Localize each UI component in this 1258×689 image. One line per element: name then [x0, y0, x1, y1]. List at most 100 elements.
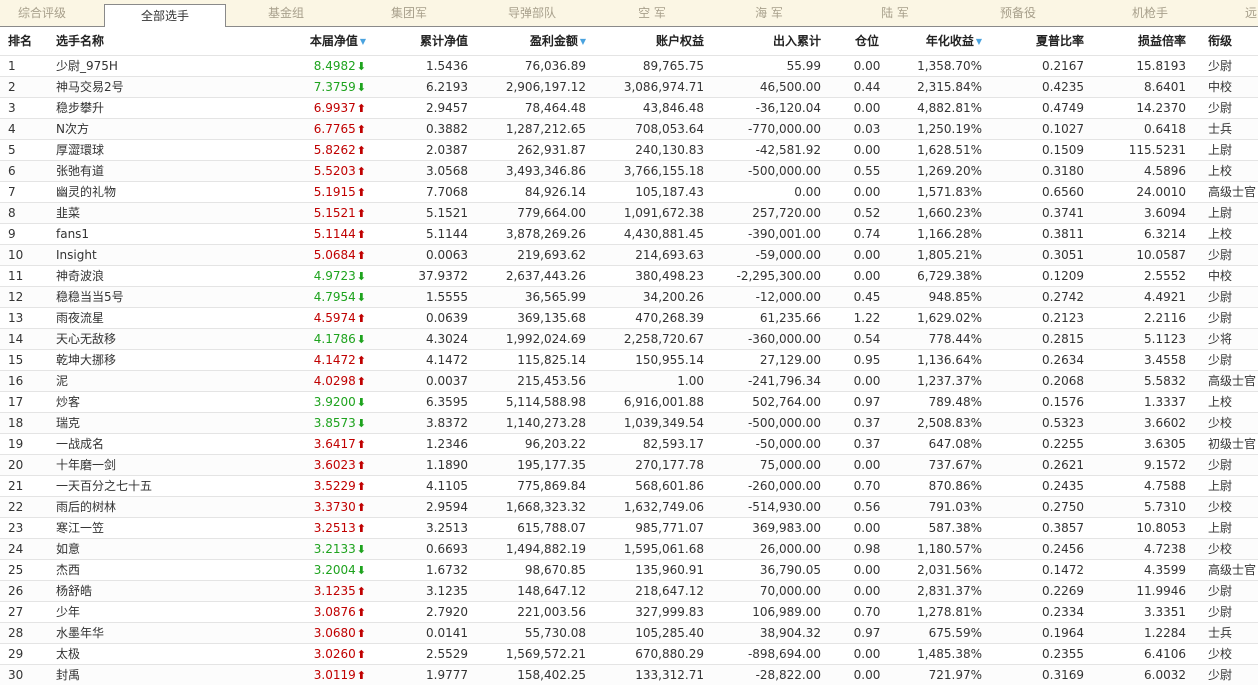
- sort-down-icon[interactable]: ▼: [580, 28, 586, 56]
- cell-name[interactable]: 幽灵的礼物: [56, 182, 216, 202]
- table-row[interactable]: 12 稳稳当当5号 4.7954⬇ 1.5555 36,565.99 34,200.26 -…: [0, 286, 1258, 307]
- table-row[interactable]: 21 一天百分之七十五 3.5229⬆ 4.1105 775,869.84 568,601…: [0, 475, 1258, 496]
- col-header-equity[interactable]: 账户权益: [600, 27, 704, 55]
- cell-name[interactable]: 泥: [56, 371, 216, 391]
- cell-nav: 6.7765⬆: [270, 119, 366, 139]
- tab-9[interactable]: 机枪手: [1076, 0, 1224, 26]
- tab-1[interactable]: 全部选手: [104, 4, 226, 27]
- cell-profit: 1,569,572.21: [505, 647, 586, 661]
- col-header-name[interactable]: 选手名称: [56, 27, 176, 55]
- table-row[interactable]: 18 瑞克 3.8573⬇ 3.8372 1,140,273.28 1,039,349.5…: [0, 412, 1258, 433]
- cell-name[interactable]: N次方: [56, 119, 216, 139]
- table-row[interactable]: 9 fans1 5.1144⬆ 5.1144 3,878,269.26 4,430,881…: [0, 223, 1258, 244]
- tab-0[interactable]: 综合评级: [0, 0, 84, 26]
- cell-name[interactable]: 雨夜流星: [56, 308, 216, 328]
- cell-name[interactable]: 水墨年华: [56, 623, 216, 643]
- cell-name[interactable]: 十年磨一剑: [56, 455, 216, 475]
- cell-name[interactable]: 少年: [56, 602, 216, 622]
- tab-8[interactable]: 预备役: [960, 0, 1076, 26]
- table-row[interactable]: 7 幽灵的礼物 5.1915⬆ 7.7068 84,926.14 105,187.43 0.…: [0, 181, 1258, 202]
- table-row[interactable]: 14 天心无敌移 4.1786⬇ 4.3024 1,992,024.69 2,258,72…: [0, 328, 1258, 349]
- table-row[interactable]: 10 Insight 5.0684⬆ 0.0063 219,693.62 214,693.…: [0, 244, 1258, 265]
- table-row[interactable]: 25 杰西 3.2004⬇ 1.6732 98,670.85 135,960.91 36,7…: [0, 559, 1258, 580]
- tab-4[interactable]: 导弹部队: [468, 0, 596, 26]
- table-row[interactable]: 27 少年 3.0876⬆ 2.7920 221,003.56 327,999.83 106…: [0, 601, 1258, 622]
- col-header-pl-ratio[interactable]: 损益倍率: [1100, 27, 1186, 55]
- table-row[interactable]: 6 张弛有道 5.5203⬆ 3.0568 3,493,346.86 3,766,155.…: [0, 160, 1258, 181]
- arrow-up-icon: ⬆: [356, 123, 366, 136]
- cell-name[interactable]: 杰西: [56, 560, 216, 580]
- cell-name[interactable]: 如意: [56, 539, 216, 559]
- table-row[interactable]: 5 厚澀環球 5.8262⬆ 2.0387 262,931.87 240,130.83 -4…: [0, 139, 1258, 160]
- cell-name[interactable]: 神马交易2号: [56, 77, 216, 97]
- cell-name[interactable]: 瑞克: [56, 413, 216, 433]
- col-header-sharpe[interactable]: 夏普比率: [1000, 27, 1084, 55]
- cell-name[interactable]: 厚澀環球: [56, 140, 216, 160]
- cell-nav: 4.7954⬇: [270, 287, 366, 307]
- arrow-up-icon: ⬆: [356, 102, 366, 115]
- cell-name[interactable]: 稳稳当当5号: [56, 287, 216, 307]
- tab-5[interactable]: 空 军: [596, 0, 708, 26]
- table-row[interactable]: 2 神马交易2号 7.3759⬇ 6.2193 2,906,197.12 3,086,97…: [0, 76, 1258, 97]
- cell-name[interactable]: 稳步攀升: [56, 98, 216, 118]
- col-header-position[interactable]: 仓位: [846, 27, 888, 55]
- table-row[interactable]: 29 太极 3.0260⬆ 2.5529 1,569,572.21 670,880.29 -…: [0, 643, 1258, 664]
- cell-title: 少尉: [1208, 668, 1233, 682]
- tab-2[interactable]: 基金组: [226, 0, 346, 26]
- cell-name[interactable]: 封禹: [56, 665, 216, 685]
- cell-name[interactable]: 一天百分之七十五: [56, 476, 216, 496]
- cell-nav: 3.3730⬆: [270, 497, 366, 517]
- cell-name[interactable]: 杨舒皓: [56, 581, 216, 601]
- cell-name[interactable]: 太极: [56, 644, 216, 664]
- cell-name[interactable]: 少尉_975H: [56, 56, 216, 76]
- table-row[interactable]: 4 N次方 6.7765⬆ 0.3882 1,287,212.65 708,053.64 -…: [0, 118, 1258, 139]
- nav-value: 4.0298: [313, 374, 356, 388]
- table-row[interactable]: 17 炒客 3.9200⬇ 6.3595 5,114,588.98 6,916,001.8…: [0, 391, 1258, 412]
- table-row[interactable]: 11 神奇波浪 4.9723⬇ 37.9372 2,637,443.26 380,498.…: [0, 265, 1258, 286]
- cell-name[interactable]: fans1: [56, 224, 216, 244]
- table-row[interactable]: 16 泥 4.0298⬆ 0.0037 215,453.56 1.00 -241,796.3…: [0, 370, 1258, 391]
- tab-3[interactable]: 集团军: [350, 0, 468, 26]
- cell-inout: -514,930.00: [747, 500, 821, 514]
- table-row[interactable]: 30 封禹 3.0119⬆ 1.9777 158,402.25 133,312.71 -28…: [0, 664, 1258, 685]
- table-row[interactable]: 8 韭菜 5.1521⬆ 5.1521 779,664.00 1,091,672.38 25…: [0, 202, 1258, 223]
- cell-pl-ratio: 1.2284: [1144, 626, 1186, 640]
- tab-6[interactable]: 海 军: [708, 0, 830, 26]
- tab-7[interactable]: 陆 军: [830, 0, 960, 26]
- cell-name[interactable]: 炒客: [56, 392, 216, 412]
- col-header-cum-nav[interactable]: 累计净值: [380, 27, 468, 55]
- sort-down-icon[interactable]: ▼: [976, 28, 982, 56]
- table-row[interactable]: 22 雨后的树林 3.3730⬆ 2.9594 1,668,323.32 1,632,74…: [0, 496, 1258, 517]
- table-row[interactable]: 24 如意 3.2133⬇ 0.6693 1,494,882.19 1,595,061.6…: [0, 538, 1258, 559]
- table-row[interactable]: 28 水墨年华 3.0680⬆ 0.0141 55,730.08 105,285.40 38…: [0, 622, 1258, 643]
- tab-10[interactable]: 远: [1236, 0, 1258, 26]
- cell-name[interactable]: 乾坤大挪移: [56, 350, 216, 370]
- col-header-inout[interactable]: 出入累计: [716, 27, 821, 55]
- table-row[interactable]: 20 十年磨一剑 3.6023⬆ 1.1890 195,177.35 270,177.78…: [0, 454, 1258, 475]
- table-row[interactable]: 1 少尉_975H 8.4982⬇ 1.5436 76,036.89 89,765.75 5…: [0, 55, 1258, 76]
- cell-name[interactable]: 神奇波浪: [56, 266, 216, 286]
- table-row[interactable]: 3 稳步攀升 6.9937⬆ 2.9457 78,464.48 43,846.48 -36,…: [0, 97, 1258, 118]
- cell-name[interactable]: 张弛有道: [56, 161, 216, 181]
- table-row[interactable]: 26 杨舒皓 3.1235⬆ 3.1235 148,647.12 218,647.12 70…: [0, 580, 1258, 601]
- table-row[interactable]: 13 雨夜流星 4.5974⬆ 0.0639 369,135.68 470,268.39 6…: [0, 307, 1258, 328]
- cell-name[interactable]: 寒江一笠: [56, 518, 216, 538]
- cell-name[interactable]: 一战成名: [56, 434, 216, 454]
- col-header-nav[interactable]: 本届净值 ▼: [270, 27, 366, 55]
- cell-name[interactable]: Insight: [56, 245, 216, 265]
- table-row[interactable]: 23 寒江一笠 3.2513⬆ 3.2513 615,788.07 985,771.07 3…: [0, 517, 1258, 538]
- col-header-annual[interactable]: 年化收益 ▼: [900, 27, 982, 55]
- col-header-profit[interactable]: 盈利金额 ▼: [480, 27, 586, 55]
- col-header-rank[interactable]: 排名: [8, 27, 48, 55]
- table-row[interactable]: 19 一战成名 3.6417⬆ 1.2346 96,203.22 82,593.17 -50…: [0, 433, 1258, 454]
- cell-name[interactable]: 雨后的树林: [56, 497, 216, 517]
- table-row[interactable]: 15 乾坤大挪移 4.1472⬆ 4.1472 115,825.14 150,955.14…: [0, 349, 1258, 370]
- cell-annual: 2,508.83%: [917, 416, 982, 430]
- cell-cum-nav: 0.0639: [426, 311, 468, 325]
- cell-inout: -12,000.00: [755, 290, 821, 304]
- cell-name[interactable]: 天心无敌移: [56, 329, 216, 349]
- cell-name[interactable]: 韭菜: [56, 203, 216, 223]
- col-header-title[interactable]: 衔级: [1208, 27, 1258, 55]
- sort-down-icon[interactable]: ▼: [360, 28, 366, 56]
- cell-position: 0.95: [853, 353, 881, 367]
